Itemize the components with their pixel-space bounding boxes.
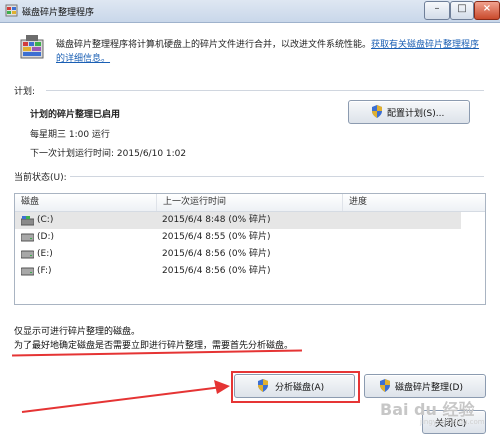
defrag-disk-button[interactable]: 磁盘碎片整理(D): [364, 374, 486, 398]
uac-shield-icon: [380, 379, 390, 392]
annotation-highlight-box: [231, 371, 360, 403]
defrag-disk-label: 磁盘碎片整理(D): [395, 382, 463, 393]
baidu-watermark: Bai du 经验: [380, 400, 475, 419]
baidu-watermark-url: jingyan.baidu.com: [420, 418, 485, 426]
